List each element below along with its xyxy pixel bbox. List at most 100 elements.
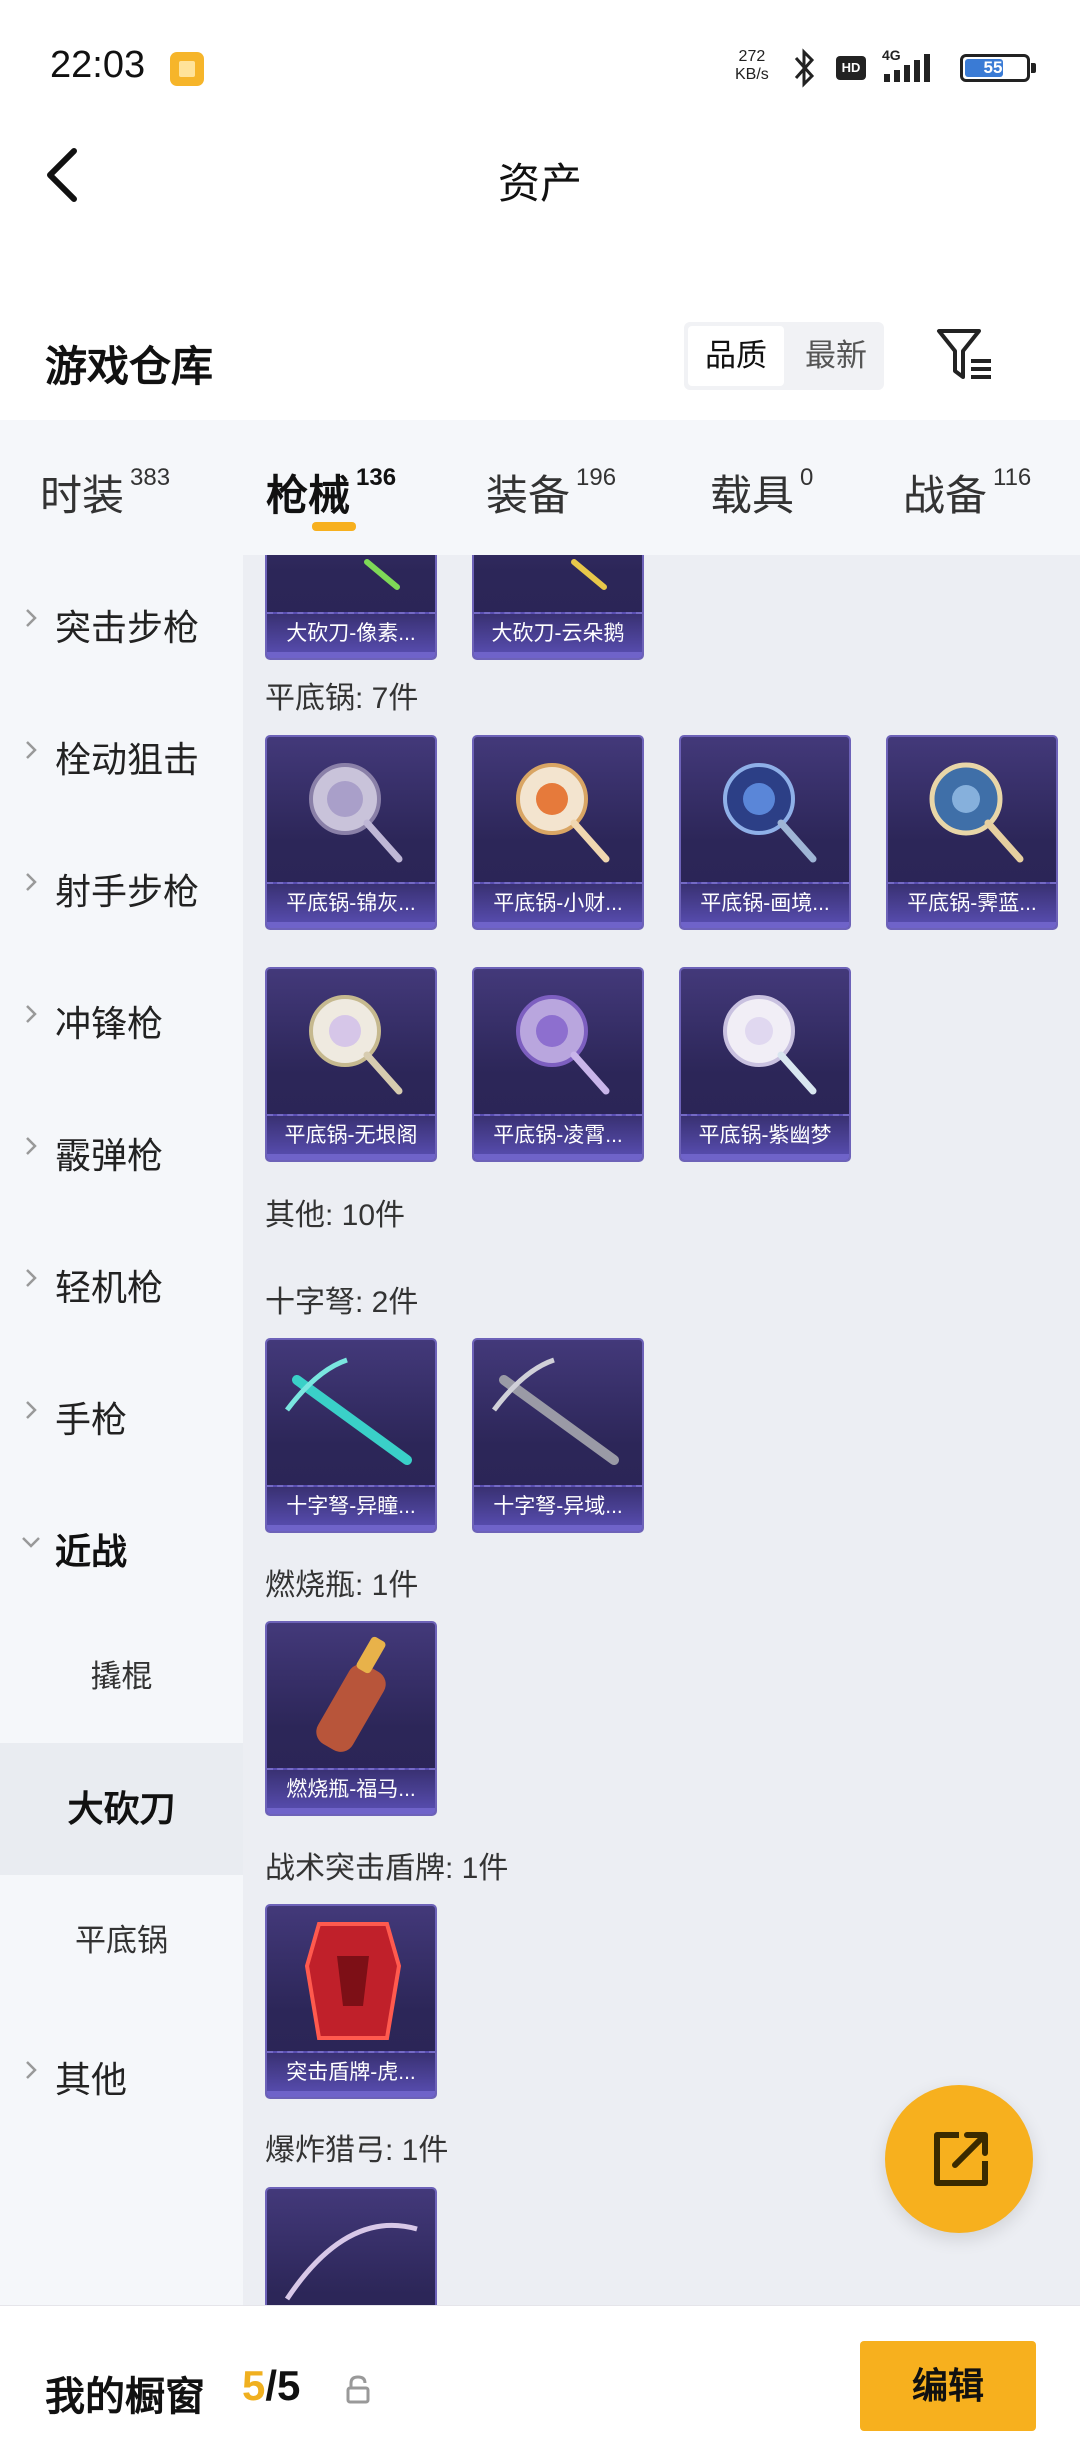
- item-name: 燃烧瓶-福马...: [267, 1768, 435, 1814]
- sort-toggle: 品质 最新: [684, 322, 884, 390]
- sidebar-item-bolt-sniper[interactable]: 栓动狙击: [0, 687, 243, 819]
- battery-icon: 55: [960, 54, 1036, 82]
- tab-count: 196: [576, 464, 617, 491]
- chevron-right-icon: [26, 1137, 37, 1155]
- item-name: 平底锅-紫幽梦: [681, 1114, 849, 1160]
- item-card[interactable]: 平底锅-霁蓝...: [886, 735, 1058, 930]
- item-card[interactable]: 平底锅-紫幽梦: [679, 967, 851, 1162]
- group-label: 战术突击盾牌: 1件: [265, 1852, 509, 1885]
- tab-count: 0: [800, 464, 814, 491]
- frying-pan-icon: [516, 995, 610, 1095]
- item-name: 平底锅-小财...: [474, 882, 642, 928]
- molotov-bottle-icon: [316, 1636, 386, 1752]
- chevron-right-icon: [26, 1269, 37, 1287]
- crossbow-icon: [492, 1357, 619, 1465]
- frying-pan-icon: [723, 995, 817, 1095]
- chevron-down-icon: [22, 1537, 40, 1548]
- chevron-right-icon: [26, 1005, 37, 1023]
- group-label: 其他: 10件: [265, 1199, 406, 1232]
- item-card[interactable]: 平底锅-锦灰...: [265, 735, 437, 930]
- tab-count: 116: [993, 464, 1032, 491]
- sidebar-item-label: 射手步枪: [55, 871, 200, 912]
- tab-supplies[interactable]: 战备 116: [903, 462, 1031, 542]
- tab-label: 战备: [903, 472, 988, 519]
- item-card[interactable]: 平底锅-凌霄...: [472, 967, 644, 1162]
- chevron-right-icon: [26, 741, 37, 759]
- bottom-bar: 我的橱窗 5/5 编辑: [0, 2305, 1080, 2460]
- group-label: 爆炸猎弓: 1件: [265, 2134, 449, 2167]
- item-name: 十字弩-异域...: [474, 1485, 642, 1531]
- network-type: 4G: [882, 47, 901, 63]
- sidebar-item-label: 其他: [55, 2059, 128, 2100]
- item-card[interactable]: 平底锅-画境...: [679, 735, 851, 930]
- sidebar-item-pistol[interactable]: 手枪: [0, 1347, 243, 1479]
- item-name: 突击盾牌-虎...: [267, 2051, 435, 2097]
- showcase-total: /5: [265, 2362, 301, 2409]
- bow-icon: [284, 2222, 418, 2301]
- group-label: 十字弩: 2件: [265, 1286, 419, 1319]
- page-title: 资产: [497, 160, 582, 207]
- tab-equipment[interactable]: 装备 196: [486, 462, 616, 542]
- sidebar-item-marksman-rifle[interactable]: 射手步枪: [0, 819, 243, 951]
- frying-pan-icon: [309, 995, 403, 1095]
- chevron-right-icon: [26, 1401, 37, 1419]
- sidebar-item-assault-rifle[interactable]: 突击步枪: [0, 555, 243, 687]
- sort-option-quality[interactable]: 品质: [688, 326, 784, 386]
- item-card[interactable]: 大砍刀-像素...: [265, 555, 437, 660]
- showcase-current: 5: [242, 2362, 266, 2409]
- status-time: 22:03: [50, 44, 146, 86]
- sort-option-newest[interactable]: 最新: [788, 322, 884, 390]
- tab-label: 枪械: [266, 472, 351, 519]
- sidebar-item-label: 栓动狙击: [55, 739, 200, 780]
- edit-button[interactable]: 编辑: [860, 2341, 1036, 2431]
- item-card[interactable]: 燃烧瓶-福马...: [265, 1621, 437, 1816]
- crossbow-icon: [285, 1357, 412, 1465]
- sidebar-item-label: 霰弹枪: [55, 1135, 164, 1176]
- item-card[interactable]: 大砍刀-云朵鹅: [472, 555, 644, 660]
- item-grid: 大砍刀-像素... 大砍刀-云朵鹅 平底锅: 7件 平底锅-锦灰... 平底锅-…: [243, 555, 1080, 2305]
- tab-fashion[interactable]: 时装 383: [40, 462, 170, 542]
- status-bar: 22:03 272 KB/s HD 4G 55: [0, 0, 1080, 135]
- sidebar-subitem-crowbar[interactable]: 撬棍: [0, 1611, 243, 1743]
- item-name: 大砍刀-像素...: [267, 612, 435, 658]
- frying-pan-icon: [929, 762, 1024, 863]
- item-card[interactable]: 十字弩-异域...: [472, 1338, 644, 1533]
- item-card[interactable]: 平底锅-小财...: [472, 735, 644, 930]
- filter-button[interactable]: [935, 325, 995, 385]
- signal-icon: 4G: [882, 47, 930, 82]
- item-card[interactable]: 平底锅-无垠阁: [265, 967, 437, 1162]
- sidebar-item-smg[interactable]: 冲锋枪: [0, 951, 243, 1083]
- share-icon: [934, 2132, 988, 2186]
- sidebar-item-label: 近战: [55, 1531, 128, 1572]
- category-sidebar: 突击步枪 栓动狙击 射手步枪 冲锋枪 霰弹枪 轻机枪 手枪 近战 撬棍 大砍刀 …: [0, 555, 243, 2305]
- chevron-right-icon: [26, 2061, 37, 2079]
- shield-icon: [304, 1922, 402, 2040]
- app-notification-icon: [170, 52, 204, 86]
- warehouse-title: 游戏仓库: [45, 343, 214, 390]
- sidebar-item-melee[interactable]: 近战: [0, 1479, 243, 1611]
- sidebar-item-label: 轻机枪: [55, 1267, 164, 1308]
- item-name: 平底锅-锦灰...: [267, 882, 435, 928]
- item-name: 大砍刀-云朵鹅: [474, 612, 642, 658]
- network-speed: 272 KB/s: [735, 48, 769, 84]
- frying-pan-icon: [309, 763, 403, 863]
- tab-label: 时装: [40, 472, 125, 519]
- item-card[interactable]: 突击盾牌-虎...: [265, 1904, 437, 2099]
- frying-pan-icon: [723, 763, 817, 863]
- item-card[interactable]: [265, 2187, 437, 2305]
- item-name: 平底锅-无垠阁: [267, 1114, 435, 1160]
- sidebar-item-other[interactable]: 其他: [0, 2007, 243, 2139]
- machete-art-icon: [364, 559, 400, 590]
- tab-vehicles[interactable]: 载具 0: [710, 462, 813, 542]
- tab-count: 383: [130, 464, 171, 491]
- sidebar-subitem-machete[interactable]: 大砍刀: [0, 1743, 243, 1875]
- share-button[interactable]: [885, 2085, 1033, 2233]
- sidebar-item-shotgun[interactable]: 霰弹枪: [0, 1083, 243, 1215]
- sidebar-subitem-pan[interactable]: 平底锅: [0, 1875, 243, 2007]
- item-card[interactable]: 十字弩-异瞳...: [265, 1338, 437, 1533]
- lock-icon: [346, 2375, 370, 2404]
- tab-label: 装备: [486, 472, 571, 519]
- item-name: 平底锅-霁蓝...: [888, 882, 1056, 928]
- category-tab-bar: 时装 383 枪械 136 装备 196 载具 0 战备 116: [0, 420, 1080, 555]
- sidebar-item-lmg[interactable]: 轻机枪: [0, 1215, 243, 1347]
